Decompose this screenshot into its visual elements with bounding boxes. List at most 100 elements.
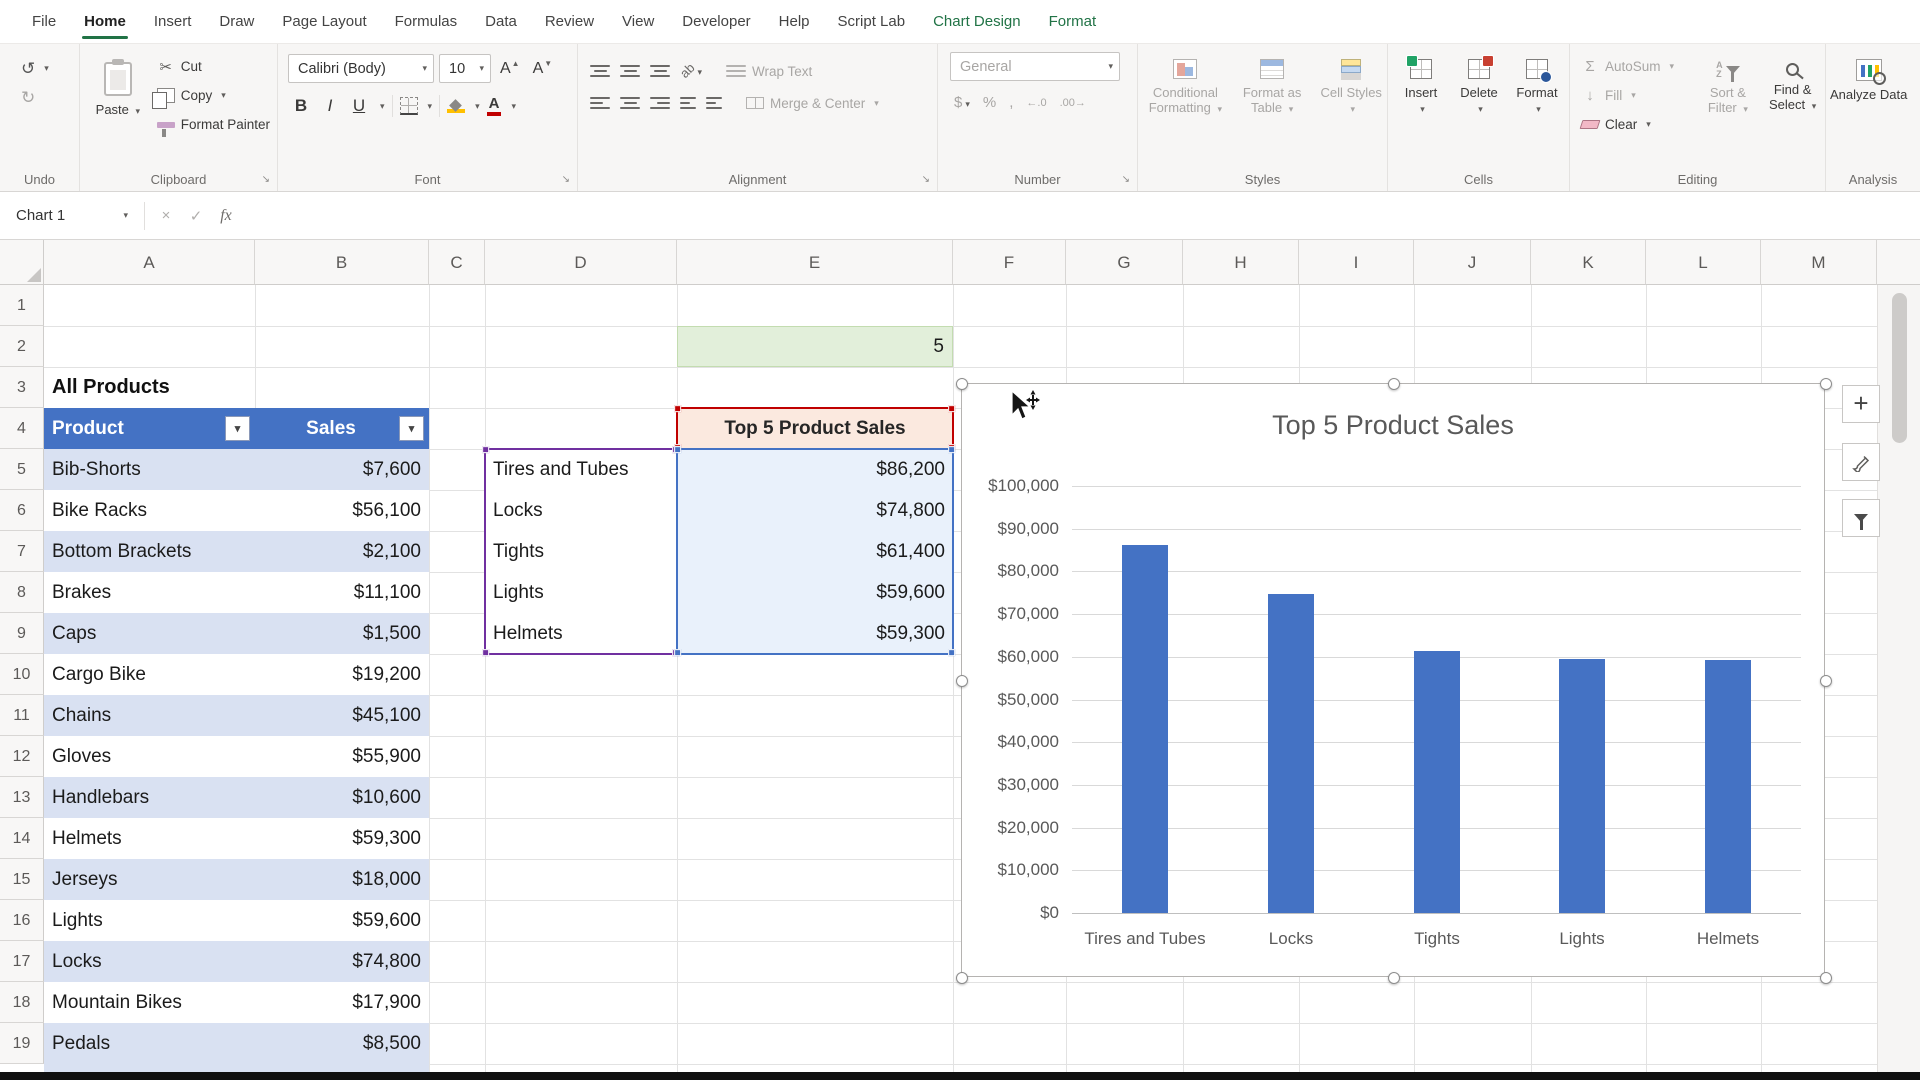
- chart-selection-handle[interactable]: [956, 675, 968, 687]
- format-painter-button[interactable]: Format Painter: [150, 110, 277, 139]
- sales-cell-bib-shorts[interactable]: $7,600: [255, 449, 429, 490]
- sales-cell-gloves[interactable]: $55,900: [255, 736, 429, 777]
- dialog-launcher-icon[interactable]: ↘: [922, 174, 930, 185]
- product-cell-cargo-bike[interactable]: Cargo Bike: [44, 654, 255, 695]
- chart-selection-handle[interactable]: [956, 378, 968, 390]
- select-all-corner[interactable]: [0, 240, 44, 285]
- menu-tab-formulas[interactable]: Formulas: [381, 0, 472, 44]
- sales-cell-mountain-bikes[interactable]: $17,900: [255, 982, 429, 1023]
- orientation-button[interactable]: ab▾: [680, 62, 702, 80]
- cut-button[interactable]: ✂Cut: [150, 52, 277, 81]
- column-header-E[interactable]: E: [677, 240, 953, 285]
- name-box[interactable]: Chart 1▾: [0, 192, 138, 239]
- row-header-12[interactable]: 12: [0, 736, 44, 777]
- sales-cell-handlebars[interactable]: $10,600: [255, 777, 429, 818]
- y-axis-label[interactable]: $50,000: [998, 690, 1059, 710]
- product-cell-chains[interactable]: Chains: [44, 695, 255, 736]
- row-header-7[interactable]: 7: [0, 531, 44, 572]
- products-header-sales[interactable]: Sales▾: [255, 408, 429, 449]
- sales-cell-brakes[interactable]: $11,100: [255, 572, 429, 613]
- bar-lights[interactable]: [1559, 659, 1605, 913]
- y-axis-label[interactable]: $30,000: [998, 775, 1059, 795]
- row-header-8[interactable]: 8: [0, 572, 44, 613]
- y-axis-label[interactable]: $70,000: [998, 604, 1059, 624]
- number-format-select[interactable]: General▾: [950, 52, 1120, 81]
- increase-indent-button[interactable]: [706, 97, 722, 109]
- chart-style-button[interactable]: [1842, 443, 1880, 481]
- chart-selection-handle[interactable]: [1388, 378, 1400, 390]
- row-header-19[interactable]: 19: [0, 1023, 44, 1064]
- y-axis-label[interactable]: $10,000: [998, 860, 1059, 880]
- chart-elements-button[interactable]: +: [1842, 385, 1880, 423]
- product-cell-lights[interactable]: Lights: [44, 900, 255, 941]
- y-axis-label[interactable]: $100,000: [988, 476, 1059, 496]
- column-header-H[interactable]: H: [1183, 240, 1299, 285]
- top5-name-cell-lights[interactable]: Lights: [485, 572, 677, 613]
- delete-cells-button[interactable]: Delete▾: [1450, 52, 1508, 117]
- scrollbar-thumb[interactable]: [1892, 293, 1907, 443]
- product-cell-bike-racks[interactable]: Bike Racks: [44, 490, 255, 531]
- menu-tab-format[interactable]: Format: [1035, 0, 1111, 44]
- align-bottom-button[interactable]: [650, 65, 670, 77]
- chart-selection-handle[interactable]: [956, 972, 968, 984]
- y-axis-label[interactable]: $60,000: [998, 647, 1059, 667]
- italic-button[interactable]: I: [319, 96, 341, 116]
- increase-decimal-button[interactable]: ←.0: [1026, 97, 1046, 109]
- font-color-button[interactable]: A: [487, 96, 502, 116]
- borders-button[interactable]: [400, 97, 418, 115]
- product-cell-pedals[interactable]: Pedals: [44, 1023, 255, 1064]
- row-header-4[interactable]: 4: [0, 408, 44, 449]
- sales-cell-bottom-brackets[interactable]: $2,100: [255, 531, 429, 572]
- cell-e2[interactable]: 5: [677, 326, 953, 367]
- product-cell-gloves[interactable]: Gloves: [44, 736, 255, 777]
- autosum-button[interactable]: ΣAutoSum▾: [1574, 52, 1696, 81]
- top5-name-cell-helmets[interactable]: Helmets: [485, 613, 677, 654]
- sales-cell-chains[interactable]: $45,100: [255, 695, 429, 736]
- product-cell-brakes[interactable]: Brakes: [44, 572, 255, 613]
- find-select-button[interactable]: Find & Select ▾: [1760, 52, 1825, 139]
- formula-input[interactable]: [241, 192, 1920, 239]
- row-header-14[interactable]: 14: [0, 818, 44, 859]
- undo-button[interactable]: ↺▾: [14, 54, 79, 83]
- row-header-15[interactable]: 15: [0, 859, 44, 900]
- row-header-5[interactable]: 5: [0, 449, 44, 490]
- menu-tab-developer[interactable]: Developer: [668, 0, 764, 44]
- top5-value-cell-locks[interactable]: $74,800: [677, 490, 953, 531]
- menu-tab-view[interactable]: View: [608, 0, 668, 44]
- top5-value-cell-tights[interactable]: $61,400: [677, 531, 953, 572]
- column-header-B[interactable]: B: [255, 240, 429, 285]
- product-cell-bib-shorts[interactable]: Bib-Shorts: [44, 449, 255, 490]
- align-left-button[interactable]: [590, 97, 610, 109]
- menu-tab-chart-design[interactable]: Chart Design: [919, 0, 1035, 44]
- menu-tab-page-layout[interactable]: Page Layout: [268, 0, 380, 44]
- accounting-format-button[interactable]: $▾: [954, 94, 970, 111]
- cells-area[interactable]: Top 5 Product Sales $0$10,000$20,000$30,…: [0, 285, 1920, 1072]
- row-header-18[interactable]: 18: [0, 982, 44, 1023]
- sales-cell-caps[interactable]: $1,500: [255, 613, 429, 654]
- top5-title-cell[interactable]: Top 5 Product Sales: [677, 408, 953, 449]
- product-cell-bottom-brackets[interactable]: Bottom Brackets: [44, 531, 255, 572]
- align-middle-button[interactable]: [620, 65, 640, 77]
- top5-name-cell-locks[interactable]: Locks: [485, 490, 677, 531]
- y-axis-label[interactable]: $20,000: [998, 818, 1059, 838]
- bar-tires-and-tubes[interactable]: [1122, 545, 1168, 913]
- menu-tab-insert[interactable]: Insert: [140, 0, 206, 44]
- increase-font-size-button[interactable]: A▲: [496, 58, 524, 80]
- product-cell-caps[interactable]: Caps: [44, 613, 255, 654]
- row-header-1[interactable]: 1: [0, 285, 44, 326]
- row-header-10[interactable]: 10: [0, 654, 44, 695]
- merge-center-button[interactable]: Merge & Center▾: [746, 96, 879, 111]
- row-header-13[interactable]: 13: [0, 777, 44, 818]
- filter-button-sales[interactable]: ▾: [399, 416, 424, 441]
- column-header-M[interactable]: M: [1761, 240, 1877, 285]
- font-size-select[interactable]: 10▾: [439, 54, 491, 83]
- dialog-launcher-icon[interactable]: ↘: [262, 174, 270, 185]
- top5-value-cell-helmets[interactable]: $59,300: [677, 613, 953, 654]
- dialog-launcher-icon[interactable]: ↘: [1122, 174, 1130, 185]
- chart-selection-handle[interactable]: [1820, 675, 1832, 687]
- y-axis-label[interactable]: $40,000: [998, 732, 1059, 752]
- menu-tab-help[interactable]: Help: [765, 0, 824, 44]
- analyze-data-button[interactable]: Analyze Data: [1830, 52, 1907, 102]
- chart-title[interactable]: Top 5 Product Sales: [962, 410, 1824, 441]
- cancel-button[interactable]: ×: [151, 207, 181, 224]
